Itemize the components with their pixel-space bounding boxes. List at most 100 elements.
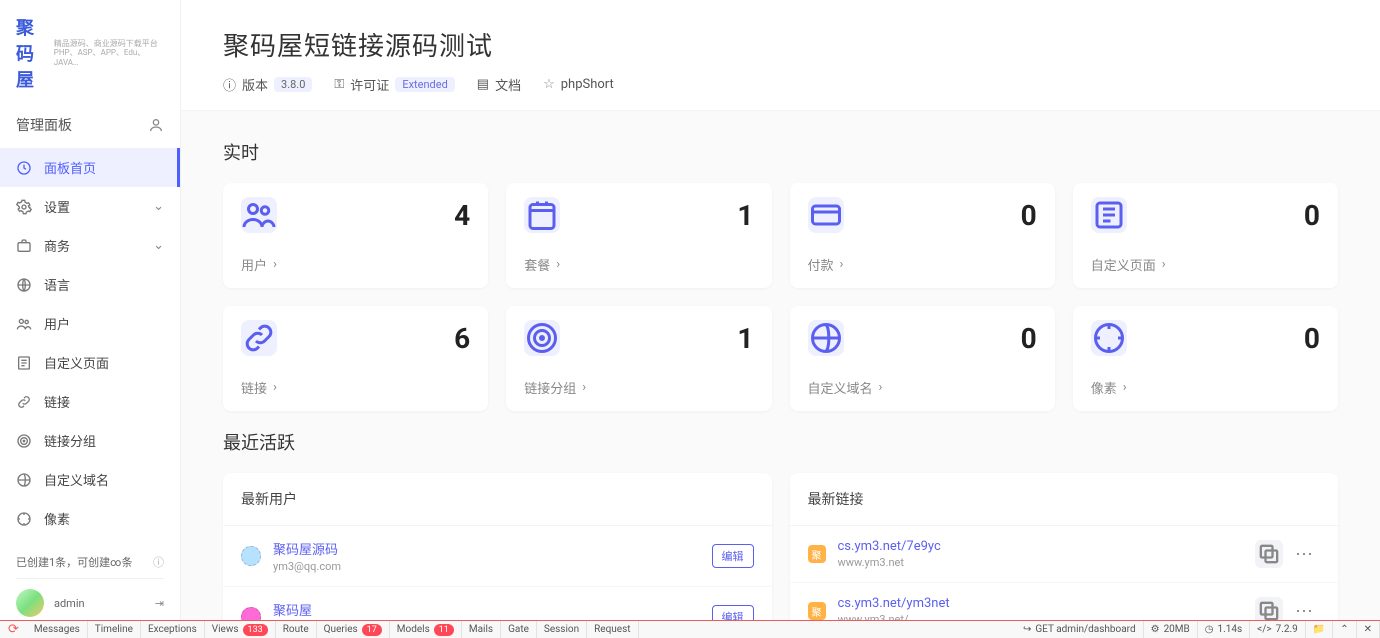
debugbar-tab[interactable]: Queries 17 (317, 621, 390, 638)
user-name[interactable]: 聚码屋源码 (273, 539, 700, 558)
debugbar-tab[interactable]: Models 11 (390, 621, 462, 638)
debugbar-tab[interactable]: Route (276, 621, 317, 638)
card-icon (808, 197, 844, 233)
link-dest: www.ym3.net (838, 556, 1244, 569)
star-icon: ☆ (543, 77, 555, 92)
nav-custom-pages[interactable]: 自定义页面 (0, 343, 180, 382)
logo[interactable]: 聚码屋 精品源码、商业源码下载平台 PHP、ASP、APP、Edu、JAVA… (0, 0, 180, 102)
user-row: 聚码屋 admin@ym3.net 编辑 (223, 587, 772, 620)
admin-name: admin (54, 597, 85, 610)
debugbar-tab[interactable]: Session (537, 621, 587, 638)
debugbar-tab[interactable]: Request (587, 621, 638, 638)
nav-language[interactable]: 语言 (0, 265, 180, 304)
nav-pixels[interactable]: 像素 (0, 499, 180, 538)
stat-card[interactable]: 0 自定义域名 › (790, 306, 1055, 411)
card-value: 0 (1304, 322, 1320, 355)
stat-card[interactable]: 4 用户 › (223, 183, 488, 288)
stat-card[interactable]: 0 付款 › (790, 183, 1055, 288)
card-label[interactable]: 用户 › (241, 255, 470, 274)
db-mem[interactable]: ⚙ 20MB (1144, 621, 1198, 638)
card-label[interactable]: 自定义域名 › (808, 378, 1037, 397)
user-email: ym3@qq.com (273, 560, 700, 573)
card-label[interactable]: 链接 › (241, 378, 470, 397)
page-title: 聚码屋短链接源码测试 (223, 26, 1338, 63)
db-time[interactable]: ◷ 1.14s (1198, 621, 1250, 638)
debugbar-badge: 11 (434, 624, 454, 636)
nav-links[interactable]: 链接 (0, 382, 180, 421)
stat-card[interactable]: 6 链接 › (223, 306, 488, 411)
stat-card[interactable]: 0 像素 › (1073, 306, 1338, 411)
card-icon (808, 320, 844, 356)
card-label[interactable]: 链接分组 › (524, 378, 753, 397)
card-value: 0 (1021, 199, 1037, 232)
debugbar-tab[interactable]: Mails (462, 621, 501, 638)
laravel-icon[interactable]: ⟳ (0, 621, 27, 638)
chevron-right-icon: › (879, 380, 883, 395)
card-icon (1091, 320, 1127, 356)
card-value: 0 (1304, 199, 1320, 232)
key-icon: ⚿ (334, 77, 344, 92)
info-icon: ⓘ (223, 75, 236, 94)
favicon: 聚 (808, 602, 826, 620)
copy-button[interactable] (1255, 540, 1283, 568)
meta-product[interactable]: ☆ phpShort (543, 77, 614, 92)
card-label[interactable]: 自定义页面 › (1091, 255, 1320, 274)
card-icon (1091, 197, 1127, 233)
nav-custom-domains[interactable]: 自定义域名 (0, 460, 180, 499)
briefcase-icon (16, 238, 32, 254)
chevron-down-icon: ⌄ (153, 199, 164, 214)
link-url[interactable]: cs.ym3.net/ym3net (838, 596, 1244, 611)
card-value: 4 (454, 199, 470, 232)
debugbar[interactable]: ⟳ MessagesTimelineExceptionsViews 133Rou… (0, 620, 1380, 638)
gear-icon (16, 199, 32, 215)
card-label[interactable]: 付款 › (808, 255, 1037, 274)
card-value: 1 (737, 199, 753, 232)
login-icon: ⇥ (155, 597, 164, 610)
chevron-right-icon: › (556, 257, 560, 272)
edit-button[interactable]: 编辑 (712, 544, 754, 568)
nav-settings[interactable]: 设置 ⌄ (0, 187, 180, 226)
user-avatar-icon (241, 546, 261, 566)
more-button[interactable]: ⋯ (1289, 544, 1320, 565)
user-row: 聚码屋源码 ym3@qq.com 编辑 (223, 526, 772, 587)
meta-docs[interactable]: ▤ 文档 (477, 75, 521, 94)
edit-button[interactable]: 编辑 (712, 605, 754, 620)
card-value: 0 (1021, 322, 1037, 355)
debugbar-tab[interactable]: Exceptions (141, 621, 205, 638)
card-icon (524, 197, 560, 233)
nav-business[interactable]: 商务 ⌄ (0, 226, 180, 265)
stat-card[interactable]: 0 自定义页面 › (1073, 183, 1338, 288)
more-button[interactable]: ⋯ (1289, 601, 1320, 621)
card-label[interactable]: 套餐 › (524, 255, 753, 274)
card-label[interactable]: 像素 › (1091, 378, 1320, 397)
chevron-down-icon: ⌄ (153, 238, 164, 253)
card-icon (524, 320, 560, 356)
db-route[interactable]: ↪ GET admin/dashboard (1016, 621, 1144, 638)
nav-link-groups[interactable]: 链接分组 (0, 421, 180, 460)
db-folder[interactable]: 📁 (1306, 621, 1333, 638)
debugbar-badge: 133 (243, 624, 268, 636)
globe-icon (16, 472, 32, 488)
user-name[interactable]: 聚码屋 (273, 600, 700, 619)
stat-card[interactable]: 1 链接分组 › (506, 306, 771, 411)
debugbar-tab[interactable]: Views 133 (205, 621, 276, 638)
debugbar-tab[interactable]: Timeline (88, 621, 141, 638)
card-icon (241, 197, 277, 233)
info-icon[interactable]: ⓘ (153, 554, 164, 570)
db-php[interactable]: </> 7.2.9 (1250, 621, 1306, 638)
db-collapse[interactable]: ⌃ (1333, 621, 1356, 638)
panel-recent-links: 最新链接 聚 cs.ym3.net/7e9yc www.ym3.net ⋯ 聚 … (790, 473, 1339, 620)
nav-users[interactable]: 用户 (0, 304, 180, 343)
logo-subtitle: 精品源码、商业源码下载平台 PHP、ASP、APP、Edu、JAVA… (54, 39, 164, 68)
stat-card[interactable]: 1 套餐 › (506, 183, 771, 288)
copy-button[interactable] (1255, 597, 1283, 620)
debugbar-tab[interactable]: Messages (27, 621, 88, 638)
link-url[interactable]: cs.ym3.net/7e9yc (838, 539, 1244, 554)
card-value: 6 (454, 322, 470, 355)
nav-dashboard[interactable]: 面板首页 (0, 148, 180, 187)
db-close[interactable]: ✕ (1357, 621, 1380, 638)
admin-menu[interactable]: admin ⇥ (16, 578, 164, 617)
debugbar-tab[interactable]: Gate (501, 621, 537, 638)
avatar (16, 589, 44, 617)
profile-icon[interactable] (148, 117, 164, 133)
